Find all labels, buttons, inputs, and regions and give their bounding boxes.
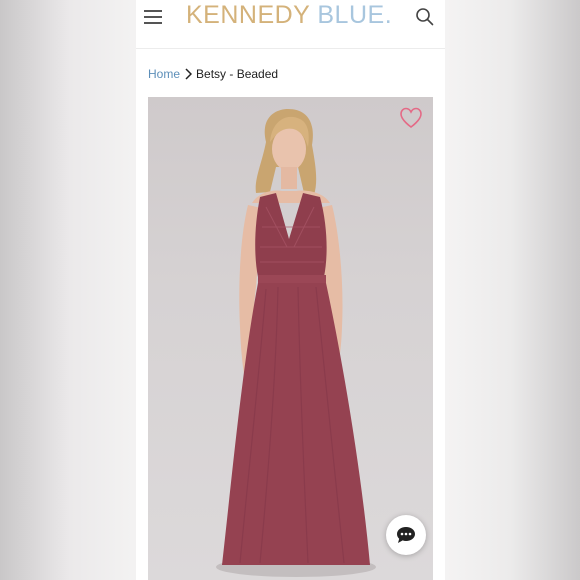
- logo-secondary: BLUE: [317, 1, 385, 29]
- logo-primary: KENNEDY: [186, 1, 311, 29]
- site-header: KENNEDY BLUE .: [136, 0, 445, 49]
- chat-button[interactable]: [386, 515, 426, 555]
- search-icon[interactable]: [415, 7, 435, 27]
- hamburger-menu-icon[interactable]: [144, 10, 162, 24]
- mobile-page: KENNEDY BLUE . Home Betsy - Beaded: [136, 0, 445, 580]
- model-photo: [216, 109, 376, 577]
- breadcrumb-home-link[interactable]: Home: [148, 67, 180, 81]
- chat-bubble-icon: [397, 527, 415, 543]
- brand-logo[interactable]: KENNEDY BLUE .: [186, 0, 392, 30]
- breadcrumb: Home Betsy - Beaded: [148, 67, 278, 81]
- heart-outline-icon[interactable]: [399, 107, 423, 129]
- logo-dot: .: [384, 1, 393, 29]
- chevron-right-icon: [185, 68, 193, 80]
- breadcrumb-current: Betsy - Beaded: [196, 67, 279, 81]
- product-image[interactable]: [148, 97, 433, 580]
